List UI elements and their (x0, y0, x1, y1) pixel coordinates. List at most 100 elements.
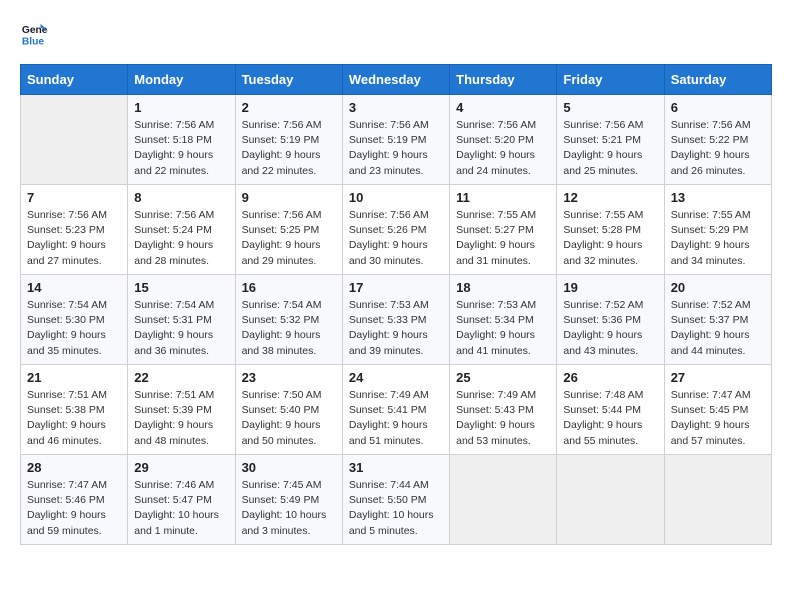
calendar-cell (450, 455, 557, 545)
day-number: 9 (242, 190, 336, 205)
calendar-header: SundayMondayTuesdayWednesdayThursdayFrid… (21, 65, 772, 95)
calendar-week-row: 28 Sunrise: 7:47 AMSunset: 5:46 PMDayligh… (21, 455, 772, 545)
day-info: Sunrise: 7:55 AMSunset: 5:27 PMDaylight:… (456, 208, 550, 269)
day-number: 31 (349, 460, 443, 475)
day-info: Sunrise: 7:51 AMSunset: 5:38 PMDaylight:… (27, 388, 121, 449)
calendar-cell: 10 Sunrise: 7:56 AMSunset: 5:26 PMDayligh… (342, 185, 449, 275)
day-info: Sunrise: 7:54 AMSunset: 5:30 PMDaylight:… (27, 298, 121, 359)
calendar-cell: 20 Sunrise: 7:52 AMSunset: 5:37 PMDayligh… (664, 275, 771, 365)
calendar-cell: 30Sunrise: 7:45 AMSunset: 5:49 PMDayligh… (235, 455, 342, 545)
calendar-cell: 1 Sunrise: 7:56 AMSunset: 5:18 PMDaylight… (128, 95, 235, 185)
calendar-cell: 31 Sunrise: 7:44 AMSunset: 5:50 PMDayligh… (342, 455, 449, 545)
day-info: Sunrise: 7:47 AMSunset: 5:45 PMDaylight:… (671, 388, 765, 449)
day-number: 26 (563, 370, 657, 385)
day-number: 6 (671, 100, 765, 115)
day-info: Sunrise: 7:49 AMSunset: 5:41 PMDaylight:… (349, 388, 443, 449)
calendar-cell (664, 455, 771, 545)
day-number: 16 (242, 280, 336, 295)
day-info: Sunrise: 7:48 AMSunset: 5:44 PMDaylight:… (563, 388, 657, 449)
day-info: Sunrise: 7:56 AMSunset: 5:18 PMDaylight:… (134, 118, 228, 179)
day-info: Sunrise: 7:56 AMSunset: 5:25 PMDaylight:… (242, 208, 336, 269)
logo: General Blue (20, 20, 52, 48)
calendar-cell: 21 Sunrise: 7:51 AMSunset: 5:38 PMDayligh… (21, 365, 128, 455)
calendar-cell: 6 Sunrise: 7:56 AMSunset: 5:22 PMDaylight… (664, 95, 771, 185)
calendar-week-row: 14Sunrise: 7:54 AMSunset: 5:30 PMDayligh… (21, 275, 772, 365)
logo-icon: General Blue (20, 20, 48, 48)
calendar-cell: 4 Sunrise: 7:56 AMSunset: 5:20 PMDaylight… (450, 95, 557, 185)
day-info: Sunrise: 7:52 AMSunset: 5:37 PMDaylight:… (671, 298, 765, 359)
day-info: Sunrise: 7:47 AMSunset: 5:46 PMDaylight:… (27, 478, 121, 539)
day-info: Sunrise: 7:56 AMSunset: 5:26 PMDaylight:… (349, 208, 443, 269)
calendar-week-row: 7Sunrise: 7:56 AMSunset: 5:23 PMDaylight… (21, 185, 772, 275)
calendar-cell: 28 Sunrise: 7:47 AMSunset: 5:46 PMDayligh… (21, 455, 128, 545)
day-number: 24 (349, 370, 443, 385)
weekday-header-wednesday: Wednesday (342, 65, 449, 95)
day-number: 1 (134, 100, 228, 115)
day-number: 18 (456, 280, 550, 295)
day-info: Sunrise: 7:56 AMSunset: 5:21 PMDaylight:… (563, 118, 657, 179)
day-info: Sunrise: 7:53 AMSunset: 5:34 PMDaylight:… (456, 298, 550, 359)
day-number: 7 (27, 190, 121, 205)
calendar-table: SundayMondayTuesdayWednesdayThursdayFrid… (20, 64, 772, 545)
day-info: Sunrise: 7:49 AMSunset: 5:43 PMDaylight:… (456, 388, 550, 449)
weekday-header-sunday: Sunday (21, 65, 128, 95)
day-info: Sunrise: 7:55 AMSunset: 5:29 PMDaylight:… (671, 208, 765, 269)
calendar-cell: 12Sunrise: 7:55 AMSunset: 5:28 PMDayligh… (557, 185, 664, 275)
calendar-cell: 29 Sunrise: 7:46 AMSunset: 5:47 PMDayligh… (128, 455, 235, 545)
calendar-cell: 19 Sunrise: 7:52 AMSunset: 5:36 PMDayligh… (557, 275, 664, 365)
day-number: 28 (27, 460, 121, 475)
weekday-header-row: SundayMondayTuesdayWednesdayThursdayFrid… (21, 65, 772, 95)
calendar-cell: 24 Sunrise: 7:49 AMSunset: 5:41 PMDayligh… (342, 365, 449, 455)
weekday-header-friday: Friday (557, 65, 664, 95)
day-number: 23 (242, 370, 336, 385)
calendar-cell: 27Sunrise: 7:47 AMSunset: 5:45 PMDayligh… (664, 365, 771, 455)
day-info: Sunrise: 7:44 AMSunset: 5:50 PMDaylight:… (349, 478, 443, 539)
day-info: Sunrise: 7:56 AMSunset: 5:20 PMDaylight:… (456, 118, 550, 179)
day-number: 10 (349, 190, 443, 205)
day-number: 5 (563, 100, 657, 115)
calendar-cell: 8 Sunrise: 7:56 AMSunset: 5:24 PMDaylight… (128, 185, 235, 275)
calendar-cell: 16 Sunrise: 7:54 AMSunset: 5:32 PMDayligh… (235, 275, 342, 365)
day-number: 11 (456, 190, 550, 205)
calendar-body: 1 Sunrise: 7:56 AMSunset: 5:18 PMDaylight… (21, 95, 772, 545)
day-info: Sunrise: 7:52 AMSunset: 5:36 PMDaylight:… (563, 298, 657, 359)
day-info: Sunrise: 7:56 AMSunset: 5:19 PMDaylight:… (242, 118, 336, 179)
day-number: 20 (671, 280, 765, 295)
calendar-cell: 2 Sunrise: 7:56 AMSunset: 5:19 PMDaylight… (235, 95, 342, 185)
day-info: Sunrise: 7:46 AMSunset: 5:47 PMDaylight:… (134, 478, 228, 539)
calendar-cell: 3Sunrise: 7:56 AMSunset: 5:19 PMDaylight… (342, 95, 449, 185)
day-number: 19 (563, 280, 657, 295)
day-number: 21 (27, 370, 121, 385)
day-info: Sunrise: 7:56 AMSunset: 5:22 PMDaylight:… (671, 118, 765, 179)
day-number: 29 (134, 460, 228, 475)
weekday-header-thursday: Thursday (450, 65, 557, 95)
svg-text:Blue: Blue (22, 36, 45, 47)
day-number: 17 (349, 280, 443, 295)
day-number: 8 (134, 190, 228, 205)
day-info: Sunrise: 7:56 AMSunset: 5:24 PMDaylight:… (134, 208, 228, 269)
day-number: 22 (134, 370, 228, 385)
calendar-cell: 22 Sunrise: 7:51 AMSunset: 5:39 PMDayligh… (128, 365, 235, 455)
calendar-week-row: 1 Sunrise: 7:56 AMSunset: 5:18 PMDaylight… (21, 95, 772, 185)
day-info: Sunrise: 7:53 AMSunset: 5:33 PMDaylight:… (349, 298, 443, 359)
day-info: Sunrise: 7:54 AMSunset: 5:31 PMDaylight:… (134, 298, 228, 359)
calendar-cell: 17 Sunrise: 7:53 AMSunset: 5:33 PMDayligh… (342, 275, 449, 365)
calendar-cell (21, 95, 128, 185)
day-number: 2 (242, 100, 336, 115)
calendar-cell: 23 Sunrise: 7:50 AMSunset: 5:40 PMDayligh… (235, 365, 342, 455)
day-info: Sunrise: 7:54 AMSunset: 5:32 PMDaylight:… (242, 298, 336, 359)
day-info: Sunrise: 7:51 AMSunset: 5:39 PMDaylight:… (134, 388, 228, 449)
weekday-header-monday: Monday (128, 65, 235, 95)
day-info: Sunrise: 7:55 AMSunset: 5:28 PMDaylight:… (563, 208, 657, 269)
day-number: 3 (349, 100, 443, 115)
calendar-cell (557, 455, 664, 545)
day-number: 30 (242, 460, 336, 475)
calendar-cell: 14Sunrise: 7:54 AMSunset: 5:30 PMDayligh… (21, 275, 128, 365)
calendar-cell: 18 Sunrise: 7:53 AMSunset: 5:34 PMDayligh… (450, 275, 557, 365)
day-info: Sunrise: 7:50 AMSunset: 5:40 PMDaylight:… (242, 388, 336, 449)
day-number: 13 (671, 190, 765, 205)
calendar-cell: 11 Sunrise: 7:55 AMSunset: 5:27 PMDayligh… (450, 185, 557, 275)
calendar-cell: 9 Sunrise: 7:56 AMSunset: 5:25 PMDaylight… (235, 185, 342, 275)
day-number: 4 (456, 100, 550, 115)
day-number: 25 (456, 370, 550, 385)
